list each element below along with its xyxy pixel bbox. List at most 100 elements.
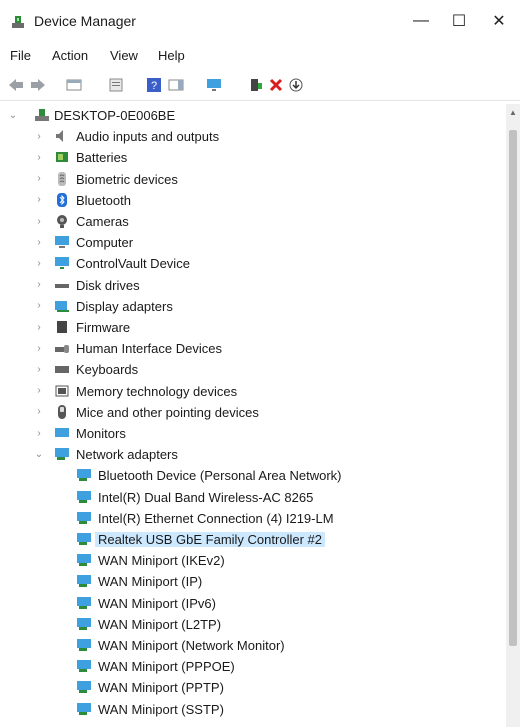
tree-category[interactable]: › Human Interface Devices <box>0 338 505 359</box>
disk-drive-icon <box>54 277 70 293</box>
tree-device[interactable]: Intel(R) Dual Band Wireless-AC 8265 <box>0 487 505 508</box>
tree-item-label: WAN Miniport (IP) <box>98 574 203 590</box>
tree-device[interactable]: WAN Miniport (PPPOE) <box>0 656 505 677</box>
device-tree[interactable]: ⌄ DESKTOP-0E006BE › Audio inputs and output… <box>0 104 505 727</box>
tree-category[interactable]: › Display adapters <box>0 296 505 317</box>
firmware-icon <box>54 319 70 335</box>
network-adapter-icon <box>76 510 92 526</box>
tree-item-label: Audio inputs and outputs <box>76 129 220 145</box>
tree-item-label: Cameras <box>76 214 129 229</box>
window-title: Device Manager <box>34 13 136 29</box>
tree-item-label: Memory technology devices <box>76 383 238 399</box>
tree-category[interactable]: › Keyboards <box>0 359 505 380</box>
tree-category[interactable]: › Firmware <box>0 317 505 338</box>
properties-icon[interactable] <box>108 77 124 93</box>
tree-category[interactable]: › Cameras <box>0 211 505 232</box>
chevron-down-icon[interactable]: ⌄ <box>8 108 18 122</box>
tree-item-label: Keyboards <box>76 362 139 378</box>
tree-device[interactable]: Realtek USB GbE Family Controller #2 <box>0 529 505 550</box>
toolbar: ? <box>0 70 520 101</box>
minimize-button[interactable]: — <box>406 8 436 34</box>
show-hide-tree-icon[interactable] <box>66 77 82 93</box>
tree-category[interactable]: › Memory technology devices <box>0 381 505 402</box>
chevron-right-icon[interactable]: › <box>34 384 44 398</box>
tree-category[interactable]: › Mice and other pointing devices <box>0 402 505 423</box>
tree-device[interactable]: Intel(R) Ethernet Connection (4) I219-LM <box>0 508 505 529</box>
tree-item-label: Computer <box>76 235 134 251</box>
help-icon[interactable]: ? <box>146 77 162 93</box>
tree-item-label: WAN Miniport (L2TP) <box>98 616 222 632</box>
tree-device[interactable]: WAN Miniport (L2TP) <box>0 614 505 635</box>
vertical-scrollbar[interactable]: ▲ <box>506 104 520 727</box>
menu-help[interactable]: Help <box>158 48 185 63</box>
minimize-icon: — <box>413 12 429 29</box>
back-arrow-icon[interactable] <box>8 77 24 93</box>
hid-icon <box>54 340 70 356</box>
chevron-down-icon[interactable]: ⌄ <box>34 447 44 461</box>
tree-item-label: WAN Miniport (IKEv2) <box>98 553 225 569</box>
tree-item-label: Intel(R) Dual Band Wireless-AC 8265 <box>98 489 314 505</box>
action-pane-icon[interactable] <box>168 77 184 93</box>
biometric-icon <box>54 171 70 187</box>
scroll-up-icon[interactable]: ▲ <box>506 108 520 118</box>
tree-category[interactable]: › Biometric devices <box>0 169 505 190</box>
tree-item-label: WAN Miniport (Network Monitor) <box>98 638 285 653</box>
tree-category[interactable]: › Audio inputs and outputs <box>0 126 505 147</box>
network-adapter-icon <box>76 595 92 611</box>
computer-icon <box>54 234 70 250</box>
memory-icon <box>54 383 70 399</box>
close-icon: ✕ <box>492 13 506 30</box>
chevron-right-icon[interactable]: › <box>34 129 44 143</box>
tree-device[interactable]: Bluetooth Device (Personal Area Network) <box>0 465 505 486</box>
tree-root[interactable]: ⌄ DESKTOP-0E006BE <box>0 105 505 126</box>
mouse-icon <box>54 404 70 420</box>
tree-device[interactable]: WAN Miniport (PPTP) <box>0 677 505 698</box>
menu-file[interactable]: File <box>10 48 31 63</box>
network-adapter-icon <box>76 467 92 483</box>
svg-text:?: ? <box>151 80 157 92</box>
chevron-right-icon[interactable]: › <box>34 214 44 228</box>
chevron-right-icon[interactable]: › <box>34 235 44 249</box>
uninstall-device-icon[interactable] <box>268 77 284 93</box>
chevron-right-icon[interactable]: › <box>34 256 44 270</box>
monitor-icon <box>54 425 70 441</box>
battery-icon <box>54 149 70 165</box>
tree-category[interactable]: › Batteries <box>0 147 505 168</box>
tree-category[interactable]: › Bluetooth <box>0 190 505 211</box>
tree-category[interactable]: ⌄ Network adapters <box>0 444 505 465</box>
tree-item-label: DESKTOP-0E006BE <box>54 108 176 123</box>
chevron-right-icon[interactable]: › <box>34 362 44 376</box>
chevron-right-icon[interactable]: › <box>34 341 44 355</box>
menu-action[interactable]: Action <box>52 48 88 63</box>
chevron-right-icon[interactable]: › <box>34 278 44 292</box>
tree-category[interactable]: › Monitors <box>0 423 505 444</box>
chevron-right-icon[interactable]: › <box>34 426 44 440</box>
tree-device[interactable]: WAN Miniport (SSTP) <box>0 699 505 720</box>
maximize-button[interactable]: ☐ <box>444 8 474 34</box>
chevron-right-icon[interactable]: › <box>34 405 44 419</box>
update-driver-icon[interactable] <box>248 77 264 93</box>
chevron-right-icon[interactable]: › <box>34 172 44 186</box>
monitor-icon[interactable] <box>206 77 222 93</box>
tree-category[interactable]: › Computer <box>0 232 505 253</box>
tree-device[interactable]: WAN Miniport (IPv6) <box>0 593 505 614</box>
scroll-thumb[interactable] <box>509 130 517 646</box>
chevron-right-icon[interactable]: › <box>34 193 44 207</box>
chevron-right-icon[interactable]: › <box>34 150 44 164</box>
tree-device[interactable]: WAN Miniport (IP) <box>0 571 505 592</box>
tree-device[interactable]: WAN Miniport (Network Monitor) <box>0 635 505 656</box>
forward-arrow-icon[interactable] <box>30 77 46 93</box>
tree-item-label: WAN Miniport (PPPOE) <box>98 659 235 675</box>
chevron-right-icon[interactable]: › <box>34 299 44 313</box>
tree-category[interactable]: › ControlVault Device <box>0 253 505 274</box>
tree-device[interactable]: WAN Miniport (IKEv2) <box>0 550 505 571</box>
close-button[interactable]: ✕ <box>484 8 514 34</box>
tree-item-label: Bluetooth <box>76 192 131 208</box>
tree-item-label: Bluetooth Device (Personal Area Network) <box>98 468 342 484</box>
bluetooth-icon <box>54 192 70 208</box>
menu-view[interactable]: View <box>110 48 138 63</box>
tree-item-label: Batteries <box>76 150 128 166</box>
tree-category[interactable]: › Disk drives <box>0 275 505 296</box>
scan-hardware-icon[interactable] <box>288 77 304 93</box>
chevron-right-icon[interactable]: › <box>34 320 44 334</box>
